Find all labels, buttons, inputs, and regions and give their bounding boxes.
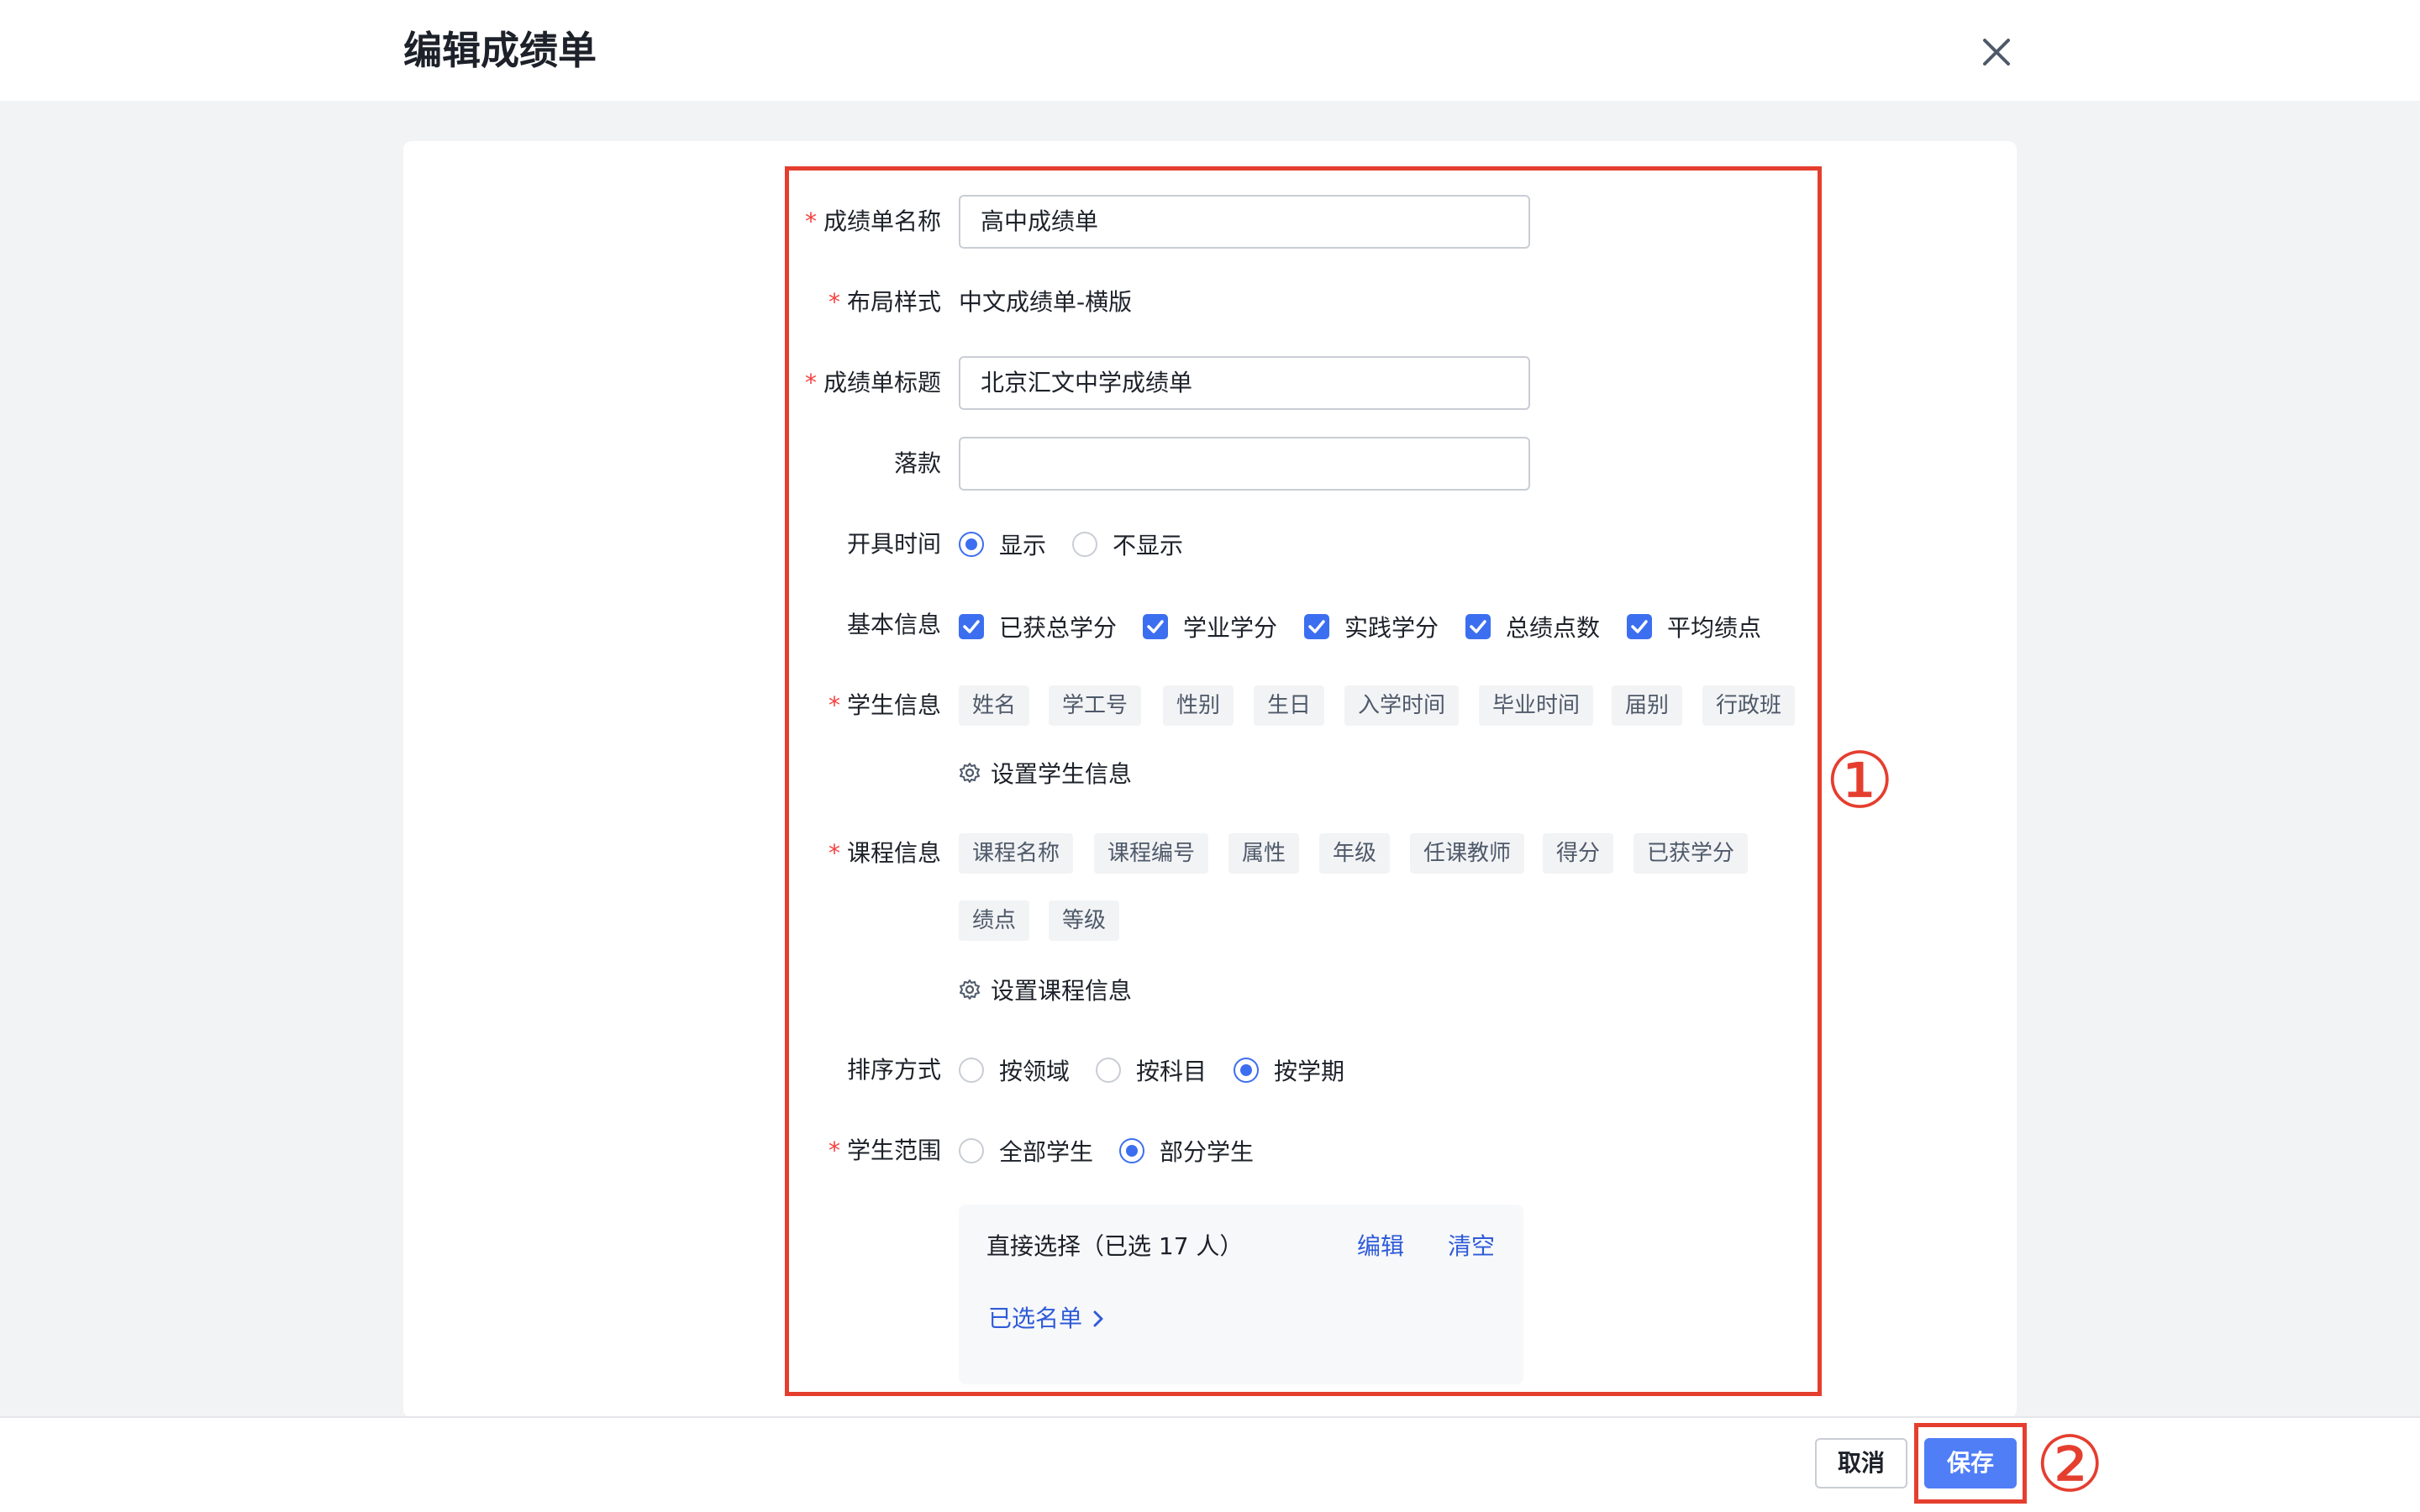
- course-tag: 课程名称: [959, 833, 1074, 874]
- report-title-label: * 成绩单标题: [804, 369, 941, 396]
- selection-summary: 直接选择（已选 17 人）: [986, 1232, 1244, 1260]
- annotation-marker-1: ①: [1825, 736, 1895, 826]
- radio-all-students[interactable]: 全部学生: [959, 1124, 1093, 1178]
- course-tag: 等级: [1049, 900, 1120, 941]
- checkbox-academic-credits[interactable]: 学业学分: [1143, 600, 1277, 654]
- student-scope-label: * 学生范围: [828, 1137, 941, 1164]
- radio-by-semester[interactable]: 按学期: [1234, 1043, 1344, 1097]
- checkbox-average-gpa[interactable]: 平均绩点: [1627, 600, 1761, 654]
- report-name-input[interactable]: 高中成绩单: [959, 195, 1530, 249]
- student-tag: 性别: [1163, 685, 1234, 726]
- course-tag: 课程编号: [1094, 833, 1209, 874]
- radio-by-domain[interactable]: 按领域: [959, 1043, 1070, 1097]
- dialog-header: 编辑成绩单: [0, 0, 2420, 101]
- student-tag: 生日: [1254, 685, 1325, 726]
- checkbox-checked-icon: [959, 614, 984, 639]
- course-tag: 已获学分: [1634, 833, 1749, 874]
- save-button[interactable]: 保存: [1924, 1438, 2017, 1488]
- set-course-info-link[interactable]: 设置课程信息: [959, 969, 1132, 1010]
- cancel-button[interactable]: 取消: [1815, 1438, 1907, 1488]
- radio-checked-icon: [959, 532, 984, 557]
- checkbox-practice-credits[interactable]: 实践学分: [1304, 600, 1439, 654]
- page-title: 编辑成绩单: [403, 28, 597, 73]
- course-tag: 年级: [1319, 833, 1391, 874]
- radio-unchecked-icon: [1072, 532, 1097, 557]
- student-tag: 行政班: [1702, 685, 1796, 726]
- radio-checked-icon: [1234, 1058, 1259, 1083]
- course-tag: 任课教师: [1410, 833, 1525, 874]
- student-info-label: * 学生信息: [828, 691, 941, 719]
- chevron-right-icon: [1093, 1310, 1103, 1327]
- annotation-marker-2: ②: [2035, 1420, 2105, 1509]
- edit-link[interactable]: 编辑: [1357, 1230, 1404, 1263]
- checkbox-checked-icon: [1143, 614, 1168, 639]
- course-tag: 绩点: [959, 900, 1030, 941]
- radio-by-subject[interactable]: 按科目: [1096, 1043, 1207, 1097]
- checkbox-checked-icon: [1627, 614, 1652, 639]
- student-tag: 学工号: [1049, 685, 1142, 726]
- close-icon[interactable]: [1975, 30, 2018, 74]
- sort-method-label: 排序方式: [846, 1056, 941, 1084]
- report-name-label: * 成绩单名称: [804, 207, 941, 235]
- course-tag: 得分: [1543, 833, 1614, 874]
- radio-unchecked-icon: [959, 1058, 984, 1083]
- checkbox-total-credits[interactable]: 已获总学分: [959, 600, 1117, 654]
- checkbox-total-gpa[interactable]: 总绩点数: [1465, 600, 1600, 654]
- selected-list-link[interactable]: 已选名单: [988, 1302, 1107, 1336]
- checkbox-checked-icon: [1304, 614, 1329, 639]
- gear-icon: [960, 979, 980, 1000]
- layout-style-label: * 布局样式: [828, 288, 941, 316]
- student-tag: 姓名: [959, 685, 1030, 726]
- layout-style-value: 中文成绩单-横版: [959, 288, 1133, 316]
- signature-label: 落款: [893, 449, 941, 477]
- radio-show[interactable]: 显示: [959, 517, 1046, 571]
- clear-link[interactable]: 清空: [1448, 1230, 1495, 1263]
- radio-unchecked-icon: [1096, 1058, 1121, 1083]
- gear-icon: [960, 763, 980, 783]
- selection-panel: 直接选择（已选 17 人） 编辑 清空 已选名单: [959, 1205, 1523, 1384]
- student-tag: 届别: [1612, 685, 1683, 726]
- radio-checked-icon: [1119, 1138, 1144, 1163]
- signature-input[interactable]: [959, 437, 1530, 491]
- checkbox-checked-icon: [1465, 614, 1491, 639]
- course-tag: 属性: [1228, 833, 1300, 874]
- set-student-info-link[interactable]: 设置学生信息: [959, 753, 1132, 793]
- radio-unchecked-icon: [959, 1138, 984, 1163]
- report-title-input[interactable]: 北京汇文中学成绩单: [959, 356, 1530, 410]
- student-tag: 入学时间: [1344, 685, 1460, 726]
- radio-hide[interactable]: 不显示: [1072, 517, 1183, 571]
- radio-some-students[interactable]: 部分学生: [1119, 1124, 1254, 1178]
- student-tag: 毕业时间: [1479, 685, 1594, 726]
- issue-time-label: 开具时间: [846, 530, 941, 558]
- basic-info-label: 基本信息: [846, 611, 941, 638]
- course-info-label: * 课程信息: [828, 839, 941, 867]
